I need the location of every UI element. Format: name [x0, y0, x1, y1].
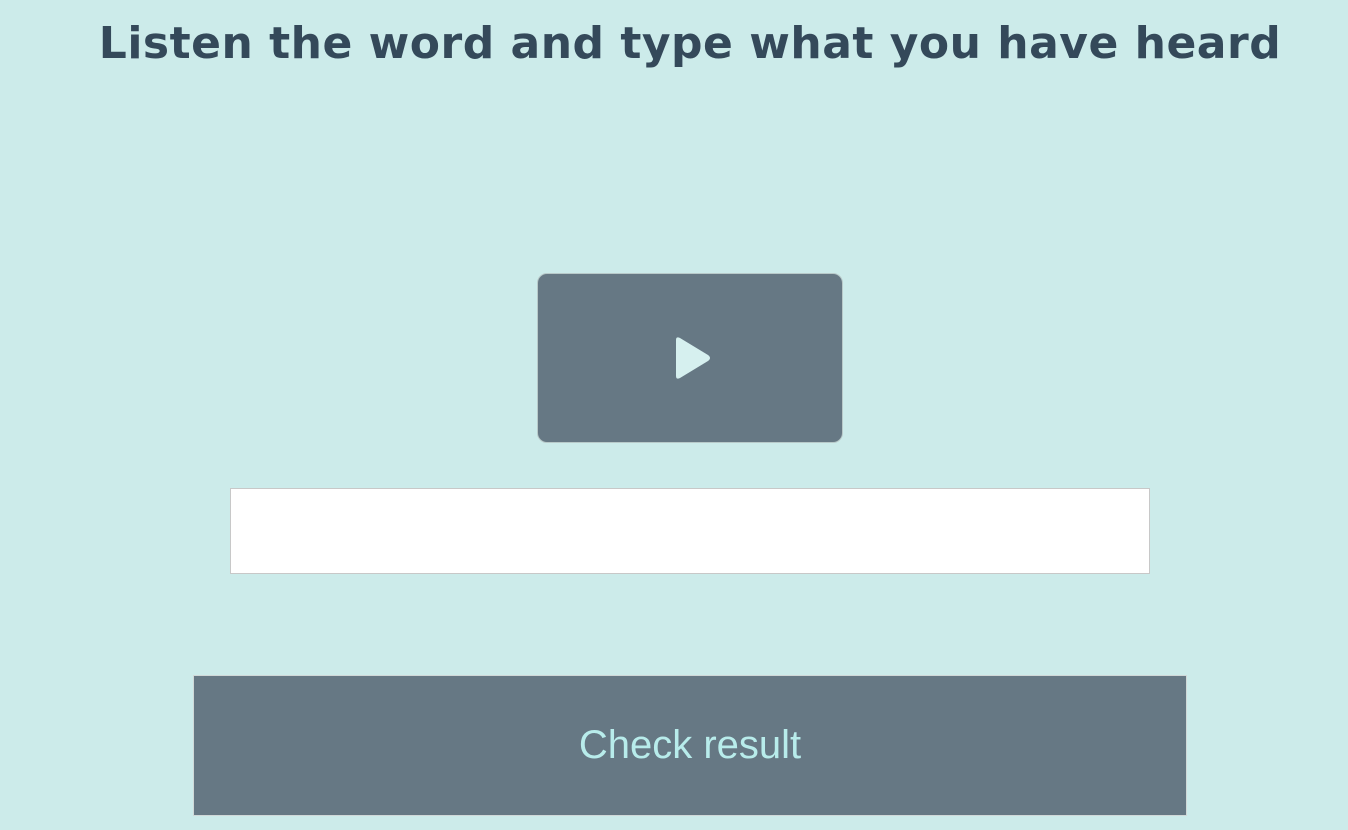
- answer-input[interactable]: [230, 488, 1150, 574]
- play-icon: [676, 337, 710, 379]
- check-result-button[interactable]: Check result: [193, 675, 1187, 816]
- page-title: Listen the word and type what you have h…: [98, 18, 1282, 69]
- play-audio-button[interactable]: [537, 273, 843, 443]
